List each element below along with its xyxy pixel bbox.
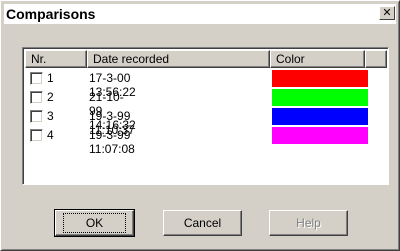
- cancel-button-label: Cancel: [183, 216, 222, 230]
- color-swatch: [272, 127, 368, 144]
- row-date: 19-3-99 11:07:08: [89, 128, 135, 156]
- column-header-color[interactable]: Color: [270, 50, 365, 68]
- row-checkbox[interactable]: [30, 91, 43, 104]
- close-icon: ✕: [382, 6, 392, 19]
- row-number: 1: [47, 71, 54, 85]
- row-checkbox[interactable]: [30, 72, 43, 85]
- ok-button[interactable]: OK: [54, 209, 135, 237]
- column-header-filler: [365, 50, 387, 68]
- close-button[interactable]: ✕: [379, 6, 395, 20]
- row-checkbox[interactable]: [30, 110, 43, 123]
- ok-button-label: OK: [62, 213, 127, 233]
- row-number: 3: [47, 109, 54, 123]
- row-number: 2: [47, 90, 54, 104]
- comparisons-list: Nr. Date recorded Color 1 17-3-00 13:56:…: [22, 47, 389, 185]
- color-swatch: [272, 108, 368, 125]
- comparisons-dialog: Comparisons ✕ Nr. Date recorded Color 1 …: [0, 0, 400, 251]
- color-swatch: [272, 89, 368, 106]
- color-swatch: [272, 70, 368, 87]
- window-title: Comparisons: [6, 6, 96, 22]
- column-header-date[interactable]: Date recorded: [87, 50, 270, 68]
- help-button: Help: [269, 210, 348, 236]
- help-button-label: Help: [296, 216, 321, 230]
- list-header: Nr. Date recorded Color: [25, 50, 387, 68]
- cancel-button[interactable]: Cancel: [163, 210, 242, 236]
- column-header-nr[interactable]: Nr.: [25, 50, 87, 68]
- row-number: 4: [47, 128, 54, 142]
- row-checkbox[interactable]: [30, 129, 43, 142]
- title-bar: Comparisons ✕: [4, 4, 396, 24]
